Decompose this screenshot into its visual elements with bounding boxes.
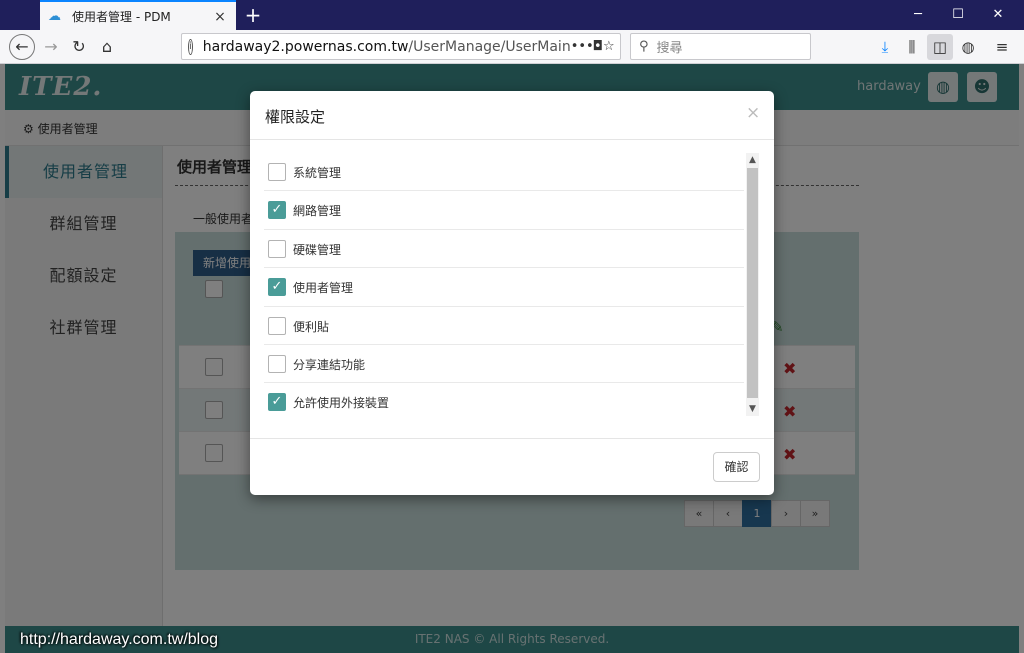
browser-tab-strip: ☁ 使用者管理 - PDM × + ─ ☐ ✕ [0, 0, 1024, 31]
browser-tab[interactable]: ☁ 使用者管理 - PDM × [40, 0, 236, 31]
permission-checkbox-checked[interactable]: ✓ [268, 278, 286, 297]
permission-sticky-notes[interactable]: 便利貼 [264, 307, 744, 345]
close-window-button[interactable]: ✕ [978, 0, 1018, 30]
scroll-down-icon[interactable]: ▼ [746, 402, 759, 416]
pocket-icon[interactable]: ◘ [593, 39, 603, 54]
more-actions-icon[interactable]: ••• [571, 39, 594, 54]
permission-label: 使用者管理 [293, 281, 354, 296]
url-text[interactable]: hardaway2.powernas.com.tw/UserManage/Use… [203, 39, 571, 55]
permission-label: 網路管理 [293, 204, 342, 219]
new-tab-button[interactable]: + [242, 3, 264, 27]
permission-user-management[interactable]: ✓ 使用者管理 [264, 268, 744, 307]
back-arrow-icon[interactable]: ← [9, 34, 35, 60]
permission-settings-dialog: 權限設定 × 系統管理 ✓ 網路管理 硬碟管理 ✓ 使用者管理 便利貼 分享連結… [250, 91, 774, 495]
permission-system-management[interactable]: 系統管理 [264, 153, 744, 192]
permission-disk-management[interactable]: 硬碟管理 [264, 230, 744, 269]
sidebar-toggle-icon[interactable]: ◫ [927, 34, 953, 60]
permission-checkbox[interactable] [268, 163, 286, 181]
scrollbar-thumb[interactable] [747, 168, 758, 398]
minimize-button[interactable]: ─ [898, 0, 938, 30]
permission-label: 系統管理 [293, 166, 342, 180]
reload-icon[interactable]: ↻ [66, 34, 92, 60]
home-icon[interactable]: ⌂ [94, 34, 120, 60]
info-icon[interactable]: i [188, 38, 193, 55]
permission-share-link[interactable]: 分享連結功能 [264, 345, 744, 384]
menu-icon[interactable]: ≡ [989, 34, 1015, 60]
search-placeholder: 搜尋 [656, 41, 683, 56]
permission-checkbox-checked[interactable]: ✓ [268, 201, 286, 220]
modal-footer: 確認 [250, 438, 774, 495]
browser-toolbar: ← → ↻ ⌂ i hardaway2.powernas.com.tw/User… [0, 30, 1024, 64]
permission-external-device[interactable]: ✓ 允許使用外接裝置 [264, 383, 744, 418]
scrollbar[interactable]: ▲ ▼ [746, 153, 759, 416]
permission-label: 分享連結功能 [293, 357, 366, 372]
permission-checkbox[interactable] [268, 239, 286, 258]
search-icon: ⚲ [639, 39, 649, 54]
watermark-text: http://hardaway.com.tw/blog [20, 631, 219, 648]
address-bar[interactable]: i hardaway2.powernas.com.tw/UserManage/U… [181, 33, 621, 60]
permission-checkbox[interactable] [268, 354, 286, 373]
permission-checkbox-checked[interactable]: ✓ [268, 393, 286, 412]
modal-header: 權限設定 × [250, 91, 774, 140]
permission-network-management[interactable]: ✓ 網路管理 [264, 191, 744, 230]
confirm-button[interactable]: 確認 [713, 452, 760, 482]
cloud-icon: ☁ [48, 8, 61, 24]
permission-label: 硬碟管理 [293, 242, 342, 257]
tab-title: 使用者管理 - PDM [72, 10, 171, 24]
extension-icon[interactable]: ◍ [955, 34, 981, 60]
permission-label: 允許使用外接裝置 [293, 396, 390, 411]
tab-close-icon[interactable]: × [212, 9, 228, 25]
permission-checkbox[interactable] [268, 316, 286, 335]
permission-list: 系統管理 ✓ 網路管理 硬碟管理 ✓ 使用者管理 便利貼 分享連結功能 ✓ 允許… [264, 153, 760, 418]
library-icon[interactable]: ⫼ [899, 34, 925, 60]
maximize-button[interactable]: ☐ [938, 0, 978, 30]
search-input[interactable]: ⚲ 搜尋 [630, 33, 811, 60]
bookmark-star-icon[interactable]: ☆ [603, 39, 615, 54]
permission-items: 系統管理 ✓ 網路管理 硬碟管理 ✓ 使用者管理 便利貼 分享連結功能 ✓ 允許… [264, 153, 760, 418]
modal-title: 權限設定 [265, 108, 326, 126]
close-icon[interactable]: × [746, 103, 760, 123]
download-icon[interactable]: ⤓ [872, 34, 898, 60]
permission-label: 便利貼 [293, 319, 330, 334]
forward-arrow-icon[interactable]: → [38, 34, 64, 60]
scroll-up-icon[interactable]: ▲ [746, 153, 759, 167]
